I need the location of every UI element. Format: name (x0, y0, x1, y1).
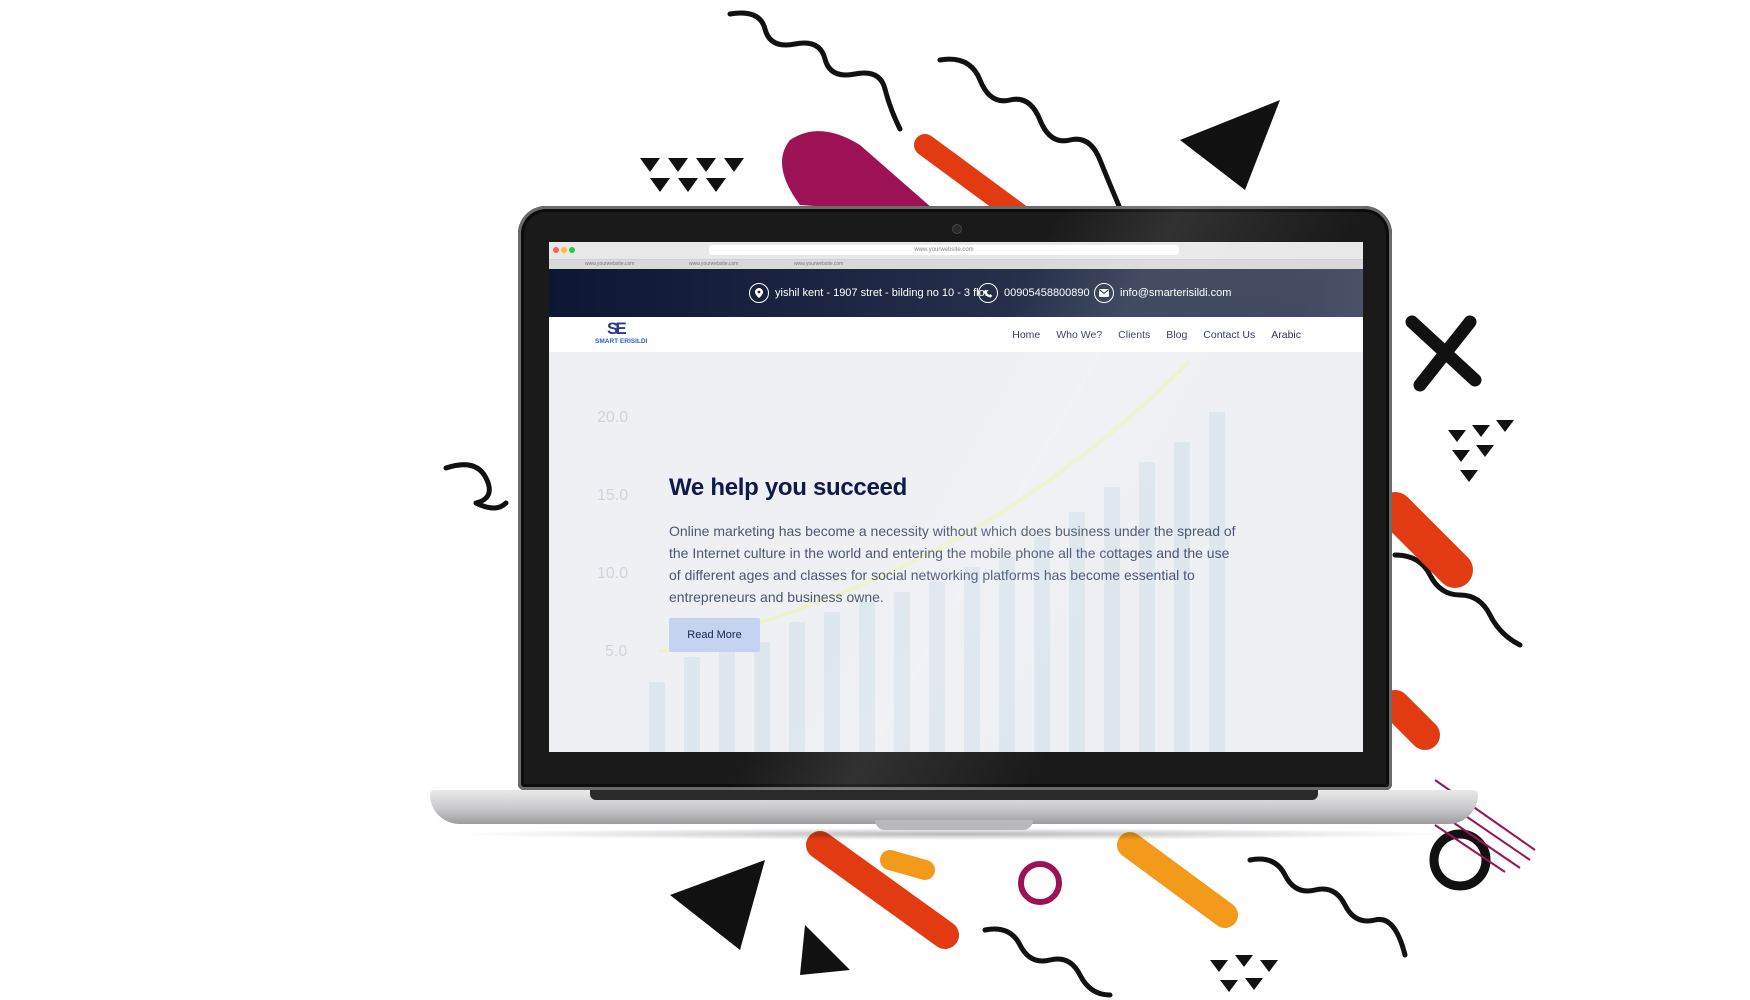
orange-stroke (914, 134, 1031, 226)
triangle-pattern (640, 158, 744, 192)
nav-item-arabic[interactable]: Arabic (1271, 329, 1301, 341)
orange-stroke (1380, 690, 1440, 750)
hero-description: Online marketing has become a necessity … (669, 523, 1236, 605)
laptop-opening-notch (875, 820, 1033, 830)
map-pin-icon (749, 283, 769, 303)
background-tick-label: 5.0 (605, 643, 627, 660)
email-item[interactable]: info@smarterisildi.com (1094, 282, 1231, 304)
zigzag-squiggle (982, 926, 1113, 998)
background-tick-label: 20.0 (597, 409, 628, 426)
zigzag-squiggle (727, 10, 903, 132)
triangle-shape (670, 860, 765, 950)
address-item: yishil kent - 1907 stret - bilding no 10… (749, 282, 988, 304)
yellow-stroke (880, 850, 935, 880)
phone-icon (978, 283, 998, 303)
maximize-dot[interactable] (569, 247, 575, 253)
ring-shape (1018, 861, 1062, 905)
nav-menu: Home Who We? Clients Blog Contact Us Ara… (1012, 317, 1301, 353)
email-address[interactable]: info@smarterisildi.com (1120, 287, 1231, 299)
background-tick-label: 15.0 (597, 487, 628, 504)
browser-toolbar: www.yourwebsite.com (549, 242, 1363, 260)
nav-item-blog[interactable]: Blog (1166, 329, 1187, 341)
nav-item-contact-us[interactable]: Contact Us (1203, 329, 1255, 341)
orange-stroke (1377, 492, 1473, 588)
phone-item[interactable]: 00905458800890 (978, 282, 1090, 304)
browser-tab[interactable]: www.yourwebsite.com (585, 260, 634, 269)
site-navbar: SE SMART ERISILDI Home Who We? Clients B… (549, 317, 1363, 354)
logo-wordmark: SMART ERISILDI (595, 338, 648, 345)
browser-tab[interactable]: www.yourwebsite.com (794, 260, 843, 269)
zigzag-squiggle (1247, 856, 1408, 958)
minimize-dot[interactable] (561, 247, 567, 253)
address-text: yishil kent - 1907 stret - bilding no 10… (775, 287, 989, 299)
envelope-icon (1094, 283, 1114, 303)
zigzag-squiggle (937, 56, 1128, 223)
hero-section: 20.0 15.0 10.0 5.0 We help you succeed O… (549, 352, 1363, 752)
close-dot[interactable] (553, 247, 559, 253)
triangle-shape (1180, 100, 1280, 190)
background-tick-label: 10.0 (597, 565, 628, 582)
nav-item-home[interactable]: Home (1012, 329, 1040, 341)
webcam (952, 224, 962, 234)
laptop-base (430, 790, 1478, 844)
site-logo[interactable]: SE SMART ERISILDI (595, 319, 648, 349)
hero-title: We help you succeed (669, 474, 907, 501)
browser-tab[interactable]: www.yourwebsite.com (689, 260, 738, 269)
triangle-pattern (1448, 420, 1514, 482)
address-bar[interactable]: www.yourwebsite.com (709, 245, 1179, 255)
triangle-pattern (1210, 955, 1278, 992)
yellow-stroke (1117, 832, 1238, 928)
contact-topbar: yishil kent - 1907 stret - bilding no 10… (549, 269, 1363, 317)
website-screen: www.yourwebsite.com www.yourwebsite.com … (549, 242, 1363, 752)
browser-tabs: www.yourwebsite.com www.yourwebsite.com … (549, 260, 1363, 269)
x-shape (1405, 315, 1482, 392)
phone-number[interactable]: 00905458800890 (1004, 287, 1090, 299)
triangle-shape (800, 925, 850, 975)
laptop-hinge (590, 790, 1318, 800)
nav-item-who-we[interactable]: Who We? (1056, 329, 1102, 341)
read-more-button[interactable]: Read More (669, 618, 760, 652)
laptop-mockup: www.yourwebsite.com www.yourwebsite.com … (518, 206, 1392, 790)
nav-item-clients[interactable]: Clients (1118, 329, 1150, 341)
zigzag-squiggle (443, 462, 509, 511)
logo-monogram: SE (607, 319, 627, 338)
